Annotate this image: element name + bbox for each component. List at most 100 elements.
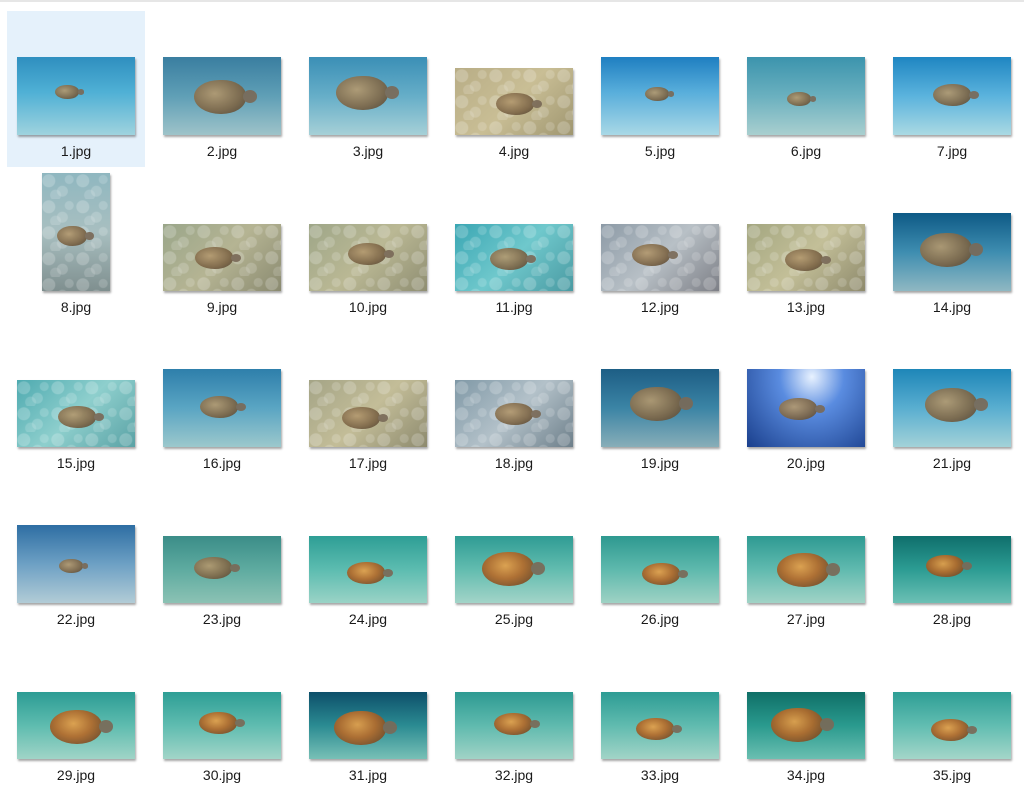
file-name-label: 11.jpg: [495, 299, 533, 315]
image-thumbnail[interactable]: [309, 536, 427, 603]
image-thumbnail[interactable]: [309, 224, 427, 291]
sea-turtle-icon: [787, 92, 817, 106]
image-thumbnail[interactable]: [747, 57, 865, 135]
file-item[interactable]: 26.jpg: [591, 479, 729, 635]
file-thumbnail-grid: 1.jpg 2.jpg 3.jpg 4.jpg 5.jpg 6.jpg 7.jpg 8.jpg…: [0, 0, 1024, 801]
thumbnail-frame: [737, 323, 875, 451]
sea-turtle-icon: [490, 248, 537, 270]
image-thumbnail[interactable]: [163, 536, 281, 603]
file-item[interactable]: 11.jpg: [445, 167, 583, 323]
file-name-label: 5.jpg: [644, 143, 676, 159]
image-thumbnail[interactable]: [17, 57, 135, 135]
image-thumbnail[interactable]: [893, 369, 1011, 447]
image-thumbnail[interactable]: [309, 380, 427, 447]
file-item[interactable]: 7.jpg: [883, 11, 1021, 167]
image-thumbnail[interactable]: [601, 224, 719, 291]
file-item[interactable]: 27.jpg: [737, 479, 875, 635]
file-item[interactable]: 33.jpg: [591, 635, 729, 791]
image-thumbnail[interactable]: [455, 692, 573, 759]
file-item[interactable]: 35.jpg: [883, 635, 1021, 791]
image-thumbnail[interactable]: [747, 536, 865, 603]
sea-turtle-icon: [336, 76, 400, 110]
image-thumbnail[interactable]: [601, 692, 719, 759]
file-item[interactable]: 23.jpg: [153, 479, 291, 635]
file-item[interactable]: 2.jpg: [153, 11, 291, 167]
thumbnail-frame: [883, 323, 1021, 451]
file-name-label: 7.jpg: [936, 143, 968, 159]
image-thumbnail[interactable]: [17, 525, 135, 603]
file-item[interactable]: 30.jpg: [153, 635, 291, 791]
file-item[interactable]: 31.jpg: [299, 635, 437, 791]
image-thumbnail[interactable]: [601, 369, 719, 447]
file-item[interactable]: 10.jpg: [299, 167, 437, 323]
file-item[interactable]: 25.jpg: [445, 479, 583, 635]
sea-turtle-icon: [777, 553, 841, 587]
image-thumbnail[interactable]: [893, 692, 1011, 759]
image-thumbnail[interactable]: [747, 369, 865, 447]
file-item[interactable]: 29.jpg: [7, 635, 145, 791]
sea-turtle-icon: [632, 244, 679, 266]
file-item[interactable]: 20.jpg: [737, 323, 875, 479]
file-name-label: 21.jpg: [932, 455, 972, 471]
file-name-label: 15.jpg: [56, 455, 96, 471]
image-thumbnail[interactable]: [455, 224, 573, 291]
file-item[interactable]: 34.jpg: [737, 635, 875, 791]
image-thumbnail[interactable]: [163, 224, 281, 291]
image-thumbnail[interactable]: [455, 536, 573, 603]
file-item[interactable]: 5.jpg: [591, 11, 729, 167]
file-item[interactable]: 1.jpg: [7, 11, 145, 167]
image-thumbnail[interactable]: [163, 692, 281, 759]
image-thumbnail[interactable]: [893, 57, 1011, 135]
file-item[interactable]: 3.jpg: [299, 11, 437, 167]
sea-turtle-icon: [495, 403, 542, 425]
file-item[interactable]: 24.jpg: [299, 479, 437, 635]
sea-turtle-icon: [58, 406, 105, 428]
image-thumbnail[interactable]: [309, 57, 427, 135]
sea-turtle-icon: [482, 552, 546, 586]
file-item[interactable]: 6.jpg: [737, 11, 875, 167]
file-item[interactable]: 22.jpg: [7, 479, 145, 635]
file-item[interactable]: 12.jpg: [591, 167, 729, 323]
image-thumbnail[interactable]: [42, 173, 110, 291]
file-item[interactable]: 4.jpg: [445, 11, 583, 167]
file-item[interactable]: 32.jpg: [445, 635, 583, 791]
image-thumbnail[interactable]: [17, 692, 135, 759]
image-thumbnail[interactable]: [747, 224, 865, 291]
file-item[interactable]: 16.jpg: [153, 323, 291, 479]
file-item[interactable]: 9.jpg: [153, 167, 291, 323]
image-thumbnail[interactable]: [893, 536, 1011, 603]
file-name-label: 12.jpg: [640, 299, 680, 315]
file-item[interactable]: 13.jpg: [737, 167, 875, 323]
file-item[interactable]: 19.jpg: [591, 323, 729, 479]
thumbnail-frame: [883, 635, 1021, 763]
thumbnail-frame: [7, 323, 145, 451]
image-thumbnail[interactable]: [163, 57, 281, 135]
image-thumbnail[interactable]: [893, 213, 1011, 291]
image-thumbnail[interactable]: [309, 692, 427, 759]
sea-turtle-icon: [55, 85, 85, 99]
image-thumbnail[interactable]: [163, 369, 281, 447]
file-item[interactable]: 21.jpg: [883, 323, 1021, 479]
file-item[interactable]: 8.jpg: [7, 167, 145, 323]
file-name-label: 17.jpg: [348, 455, 388, 471]
thumbnail-frame: [299, 323, 437, 451]
thumbnail-frame: [153, 11, 291, 139]
file-item[interactable]: 28.jpg: [883, 479, 1021, 635]
thumbnail-frame: [153, 635, 291, 763]
image-thumbnail[interactable]: [601, 57, 719, 135]
file-item[interactable]: 14.jpg: [883, 167, 1021, 323]
file-item[interactable]: 18.jpg: [445, 323, 583, 479]
file-name-label: 18.jpg: [494, 455, 534, 471]
sea-turtle-icon: [642, 563, 689, 585]
image-thumbnail[interactable]: [747, 692, 865, 759]
file-name-label: 24.jpg: [348, 611, 388, 627]
image-thumbnail[interactable]: [455, 380, 573, 447]
thumbnail-frame: [591, 11, 729, 139]
image-thumbnail[interactable]: [17, 380, 135, 447]
image-thumbnail[interactable]: [455, 68, 573, 135]
file-item[interactable]: 17.jpg: [299, 323, 437, 479]
image-thumbnail[interactable]: [601, 536, 719, 603]
file-item[interactable]: 15.jpg: [7, 323, 145, 479]
thumbnail-frame: [737, 635, 875, 763]
sea-turtle-icon: [195, 247, 242, 269]
